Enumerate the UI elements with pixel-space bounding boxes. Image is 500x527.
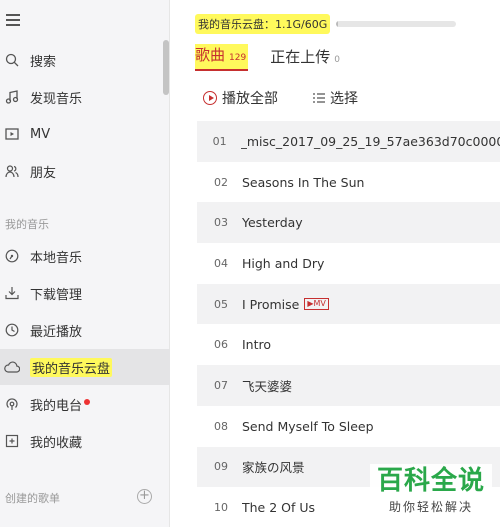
tab-label: 歌曲 [195,46,226,64]
song-row[interactable]: 02 Seasons In The Sun [197,162,500,203]
tab-songs[interactable]: 歌曲 129 [195,44,249,71]
song-title: Yesterday [242,215,303,231]
song-title: Seasons In The Sun [242,174,365,190]
sidebar-item-downloads[interactable]: 下载管理 [0,275,170,311]
search-icon [4,52,20,68]
cloud-storage-info: 我的音乐云盘：1.1G/60G [195,14,457,34]
song-number: 04 [214,256,228,270]
song-title: _misc_2017_09_25_19_57ae363d70c00000 [240,133,500,149]
cloud-icon [4,359,20,375]
sidebar-item-search[interactable]: 搜索 [0,42,170,78]
sidebar-item-local-music[interactable]: 本地音乐 [0,238,170,274]
sidebar-item-mv[interactable]: MV [0,116,170,152]
created-playlists-label: 创建的歌单 [5,492,60,505]
tab-count: 0 [334,55,340,65]
radio-icon [4,396,20,412]
sidebar-item-radio[interactable]: 我的电台 [0,386,170,422]
sidebar-item-label: 本地音乐 [30,250,83,266]
sidebar-item-label: 搜索 [30,54,57,70]
action-bar: 播放全部 选择 [203,88,358,108]
song-number: 06 [214,338,228,352]
hamburger-menu-icon[interactable] [6,14,20,26]
local-music-icon [4,248,20,264]
sidebar-item-label: 我的音乐云盘 [30,357,113,377]
tab-count: 129 [229,53,247,63]
song-row[interactable]: 04 High and Dry [197,243,500,284]
sidebar-item-label: 发现音乐 [30,91,83,107]
clock-icon [4,322,20,338]
song-title: I Promise [242,296,300,312]
storage-text: 我的音乐云盘：1.1G/60G [195,14,331,34]
song-number: 09 [214,460,228,474]
download-icon [4,285,20,301]
music-note-icon [4,89,20,105]
sidebar-item-collection[interactable]: 我的收藏 [0,423,170,459]
sidebar-item-cloud-drive[interactable]: 我的音乐云盘 [0,349,170,385]
song-number: 02 [214,175,228,189]
sidebar-item-label: MV [30,126,51,142]
sidebar-item-recent[interactable]: 最近播放 [0,312,170,348]
song-number: 05 [214,297,228,311]
sidebar-item-label: 我的电台 [30,398,83,414]
song-row[interactable]: 08 Send Myself To Sleep [197,406,500,447]
sidebar-item-label: 我的收藏 [30,435,83,451]
song-title: High and Dry [242,255,325,271]
play-circle-icon[interactable] [203,91,217,105]
add-playlist-button[interactable]: + [137,489,152,504]
song-row[interactable]: 06 Intro [197,324,500,365]
song-title: Intro [242,337,272,353]
sidebar-item-friends[interactable]: 朋友 [0,153,170,189]
play-all-button[interactable]: 播放全部 [222,88,278,108]
song-number: 08 [214,419,228,433]
song-number: 10 [214,501,228,515]
song-row[interactable]: 03 Yesterday [197,202,500,244]
tab-uploading[interactable]: 正在上传 0 [270,46,342,71]
sidebar-item-label: 朋友 [30,165,57,181]
tab-label: 正在上传 [270,48,331,66]
storage-progress-bar [336,21,457,27]
watermark-title: 百科全说 [376,466,485,496]
song-title: 飞天婆婆 [242,378,293,394]
sidebar-item-label: 最近播放 [30,324,83,340]
song-number: 03 [214,216,228,230]
sidebar-item-discover[interactable]: 发现音乐 [0,79,170,115]
mv-badge[interactable]: ▶MV [304,298,329,311]
video-icon [4,126,20,142]
notification-dot [84,399,91,405]
tab-bar: 歌曲 129 正在上传 0 [195,44,364,71]
song-row[interactable]: 07 飞天婆婆 [197,365,500,406]
song-number: 07 [214,378,228,392]
sidebar: 搜索 发现音乐 MV 朋友 我的音乐 本地音乐 下载管理 最近播放 我的音乐云盘… [0,0,170,527]
select-list-icon[interactable] [312,92,326,104]
song-title: The 2 Of Us [242,500,316,516]
song-row[interactable]: 05 I Promise ▶MV [197,283,500,325]
song-row[interactable]: 01 _misc_2017_09_25_19_57ae363d70c00000 [197,121,500,162]
storage-progress-fill [336,21,339,27]
song-title: Send Myself To Sleep [242,418,374,434]
main-panel: 我的音乐云盘：1.1G/60G 歌曲 129 正在上传 0 播放全部 选择 01 _m… [171,0,500,527]
song-number: 01 [212,134,227,148]
sidebar-item-label: 下载管理 [30,287,83,303]
song-title: 家族の风景 [242,460,305,476]
friends-icon [4,163,20,179]
watermark-subtitle: 助你轻松解决 [388,500,473,514]
my-music-section-label: 我的音乐 [5,218,49,231]
watermark: 百科全说 助你轻松解决 [370,464,492,522]
collection-icon [4,433,20,449]
select-button[interactable]: 选择 [330,88,358,108]
